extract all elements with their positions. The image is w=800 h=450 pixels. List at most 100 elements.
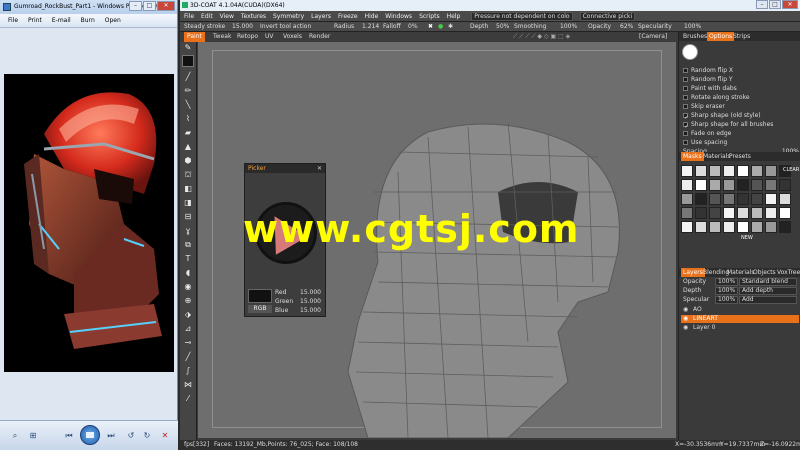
minimize-button[interactable]: – xyxy=(756,0,768,9)
layer-item-selected[interactable]: ◉ LINEART xyxy=(681,315,799,323)
close-icon[interactable]: ✕ xyxy=(317,164,322,173)
mask-thumbnail[interactable] xyxy=(681,179,693,191)
mask-thumbnail[interactable] xyxy=(723,165,735,177)
copy-icon[interactable]: ⧉ xyxy=(182,240,194,250)
mask-thumbnail[interactable] xyxy=(751,165,763,177)
depth-mode-select[interactable]: Add depth xyxy=(739,287,797,295)
3dcoat-titlebar[interactable]: 3D-COAT 4.1.04A(CUDA)(DX64) – □ ✕ xyxy=(180,0,800,11)
menu-symmetry[interactable]: Symmetry xyxy=(273,11,304,21)
blue-value[interactable]: 15.000 xyxy=(300,307,321,315)
rotate-left-icon[interactable]: ↺ xyxy=(124,430,138,442)
tab-voxels[interactable]: Voxels xyxy=(280,32,305,42)
layer-opacity-row[interactable]: Opacity 100% Standard blend xyxy=(681,278,799,286)
mask-thumbnail[interactable] xyxy=(737,179,749,191)
mask-thumbnail[interactable] xyxy=(779,193,791,205)
smoothing-label[interactable]: Smoothing xyxy=(514,22,546,32)
pressure-select[interactable]: Pressure not dependent on colo xyxy=(471,12,573,21)
select-icon[interactable]: ⊕ xyxy=(182,296,194,306)
eraser-icon[interactable]: ⬗ xyxy=(182,310,194,320)
tab-tweak[interactable]: Tweak xyxy=(210,32,234,42)
menu-print[interactable]: Print xyxy=(28,14,42,27)
color-swatch[interactable] xyxy=(182,55,194,67)
mask-clear-button[interactable]: CLEAR xyxy=(783,167,799,173)
eye-icon[interactable]: ◉ xyxy=(182,282,194,292)
menu-freeze[interactable]: Freeze xyxy=(338,11,358,21)
tab-retopo[interactable]: Retopo xyxy=(234,32,261,42)
color-toggle-icon[interactable]: ● xyxy=(438,22,443,32)
option-use-spacing[interactable]: Use spacing xyxy=(683,139,727,147)
mirror-icon[interactable]: ⋈ xyxy=(182,380,194,390)
maximize-button[interactable]: □ xyxy=(769,0,781,9)
tab-objects[interactable]: Objects xyxy=(751,268,778,277)
layer-specular-value[interactable]: 100% xyxy=(715,296,739,304)
menu-view[interactable]: View xyxy=(220,11,234,21)
pencil-icon[interactable]: ✏ xyxy=(182,86,194,96)
mask-thumbnail[interactable] xyxy=(681,193,693,205)
specularity-label[interactable]: Specularity xyxy=(638,22,672,32)
checkbox[interactable] xyxy=(683,131,688,136)
option-random-flip-y[interactable]: Random flip Y xyxy=(683,76,733,84)
close-button[interactable]: ✕ xyxy=(782,0,798,9)
mask-thumbnail[interactable] xyxy=(681,165,693,177)
mask-thumbnail[interactable] xyxy=(723,179,735,191)
green-value[interactable]: 15.000 xyxy=(300,298,321,306)
text-icon[interactable]: T xyxy=(182,254,194,264)
checkbox-checked[interactable]: ✓ xyxy=(683,122,689,130)
mask-thumbnail[interactable] xyxy=(737,165,749,177)
delete-icon[interactable]: ✕ xyxy=(158,430,172,442)
mask-thumbnail[interactable] xyxy=(709,165,721,177)
mask-thumbnail[interactable] xyxy=(681,221,693,233)
picker-header[interactable]: Picker ✕ xyxy=(245,164,325,173)
steady-stroke-value[interactable]: 15.000 xyxy=(232,22,253,32)
mask-thumbnail[interactable] xyxy=(737,193,749,205)
green-row[interactable]: Green 15.000 xyxy=(275,298,323,306)
airbrush-icon[interactable]: ╲ xyxy=(182,100,194,110)
mask-thumbnail[interactable] xyxy=(765,221,777,233)
gradient-icon[interactable]: ◧ xyxy=(182,184,194,194)
curve-icon[interactable]: ∫ xyxy=(182,366,194,376)
mask-thumbnail[interactable] xyxy=(765,207,777,219)
falloff-label[interactable]: Falloff xyxy=(383,22,401,32)
checkbox[interactable] xyxy=(683,104,688,109)
mask-thumbnail[interactable] xyxy=(737,221,749,233)
layer-depth-row[interactable]: Depth 100% Add depth xyxy=(681,287,799,295)
checkbox[interactable] xyxy=(683,68,688,73)
depth-value[interactable]: 50% xyxy=(496,22,509,32)
red-row[interactable]: Red 15.000 xyxy=(275,289,323,297)
mask-thumbnail[interactable] xyxy=(765,165,777,177)
3d-viewport[interactable]: Picker ✕ RGB Red 15.000 Green 15.000 Blu… xyxy=(198,42,676,438)
menu-textures[interactable]: Textures xyxy=(241,11,266,21)
checkbox[interactable] xyxy=(683,86,688,91)
mask-thumbnail[interactable] xyxy=(765,193,777,205)
menu-file[interactable]: File xyxy=(8,14,18,27)
layer-specular-row[interactable]: Specular 100% Add xyxy=(681,296,799,304)
actual-size-icon[interactable]: ⊞ xyxy=(26,430,40,442)
brush-stroke-icons[interactable]: ⟋ ⟋ ⟋ ⟋ ◆ ◇ ▣ ⬚ ◈ xyxy=(510,32,573,42)
rotate-right-icon[interactable]: ↻ xyxy=(140,430,154,442)
menu-email[interactable]: E-mail xyxy=(52,14,71,27)
tab-uv[interactable]: UV xyxy=(262,32,277,42)
visibility-eye-icon[interactable]: ◉ xyxy=(683,315,688,323)
checkbox[interactable] xyxy=(683,77,688,82)
mask-thumbnail[interactable] xyxy=(695,193,707,205)
option-random-flip-x[interactable]: Random flip X xyxy=(683,67,733,75)
next-icon[interactable]: ⏭ xyxy=(104,430,118,442)
blend-mode-select[interactable]: Standard blend xyxy=(739,278,797,286)
mask-thumbnail[interactable] xyxy=(765,179,777,191)
knife-icon[interactable]: ⁄ xyxy=(182,394,194,404)
menu-help[interactable]: Help xyxy=(447,11,461,21)
option-sharp-shape-all[interactable]: ✓ Sharp shape for all brushes xyxy=(683,121,773,130)
texture-edit-icon[interactable]: ⊟ xyxy=(182,212,194,222)
menu-file[interactable]: File xyxy=(184,11,194,21)
menu-open[interactable]: Open xyxy=(105,14,121,27)
rgb-mode-button[interactable]: RGB xyxy=(248,305,272,313)
smudge-icon[interactable]: ⌇ xyxy=(182,114,194,124)
radius-value[interactable]: 1.214 xyxy=(362,22,379,32)
option-rotate-along-stroke[interactable]: Rotate along stroke xyxy=(683,94,750,102)
zoom-icon[interactable]: ⌕ xyxy=(8,430,22,442)
transform-icon[interactable]: ɣ xyxy=(182,226,194,236)
opacity-label[interactable]: Opacity xyxy=(588,22,611,32)
mask-thumbnail[interactable] xyxy=(751,221,763,233)
brush-tool-icon[interactable]: ╱ xyxy=(182,72,194,82)
layer-depth-value[interactable]: 100% xyxy=(715,287,739,295)
